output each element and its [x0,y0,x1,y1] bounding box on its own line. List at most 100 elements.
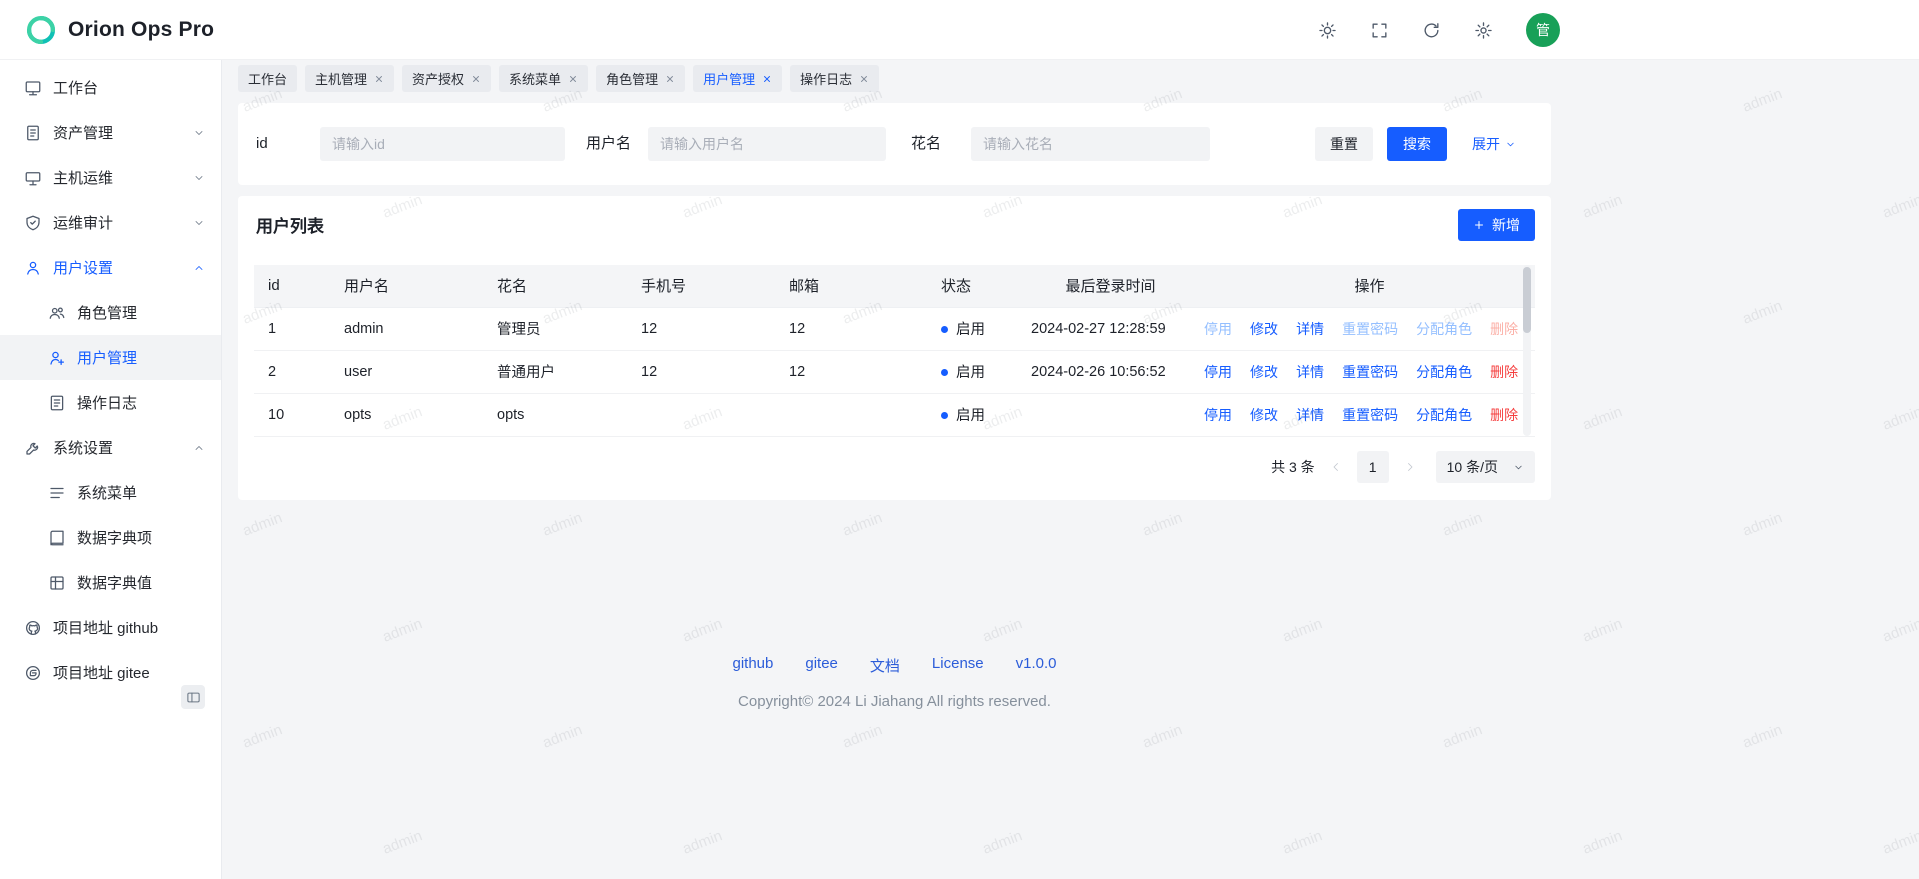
reset-password-link[interactable]: 重置密码 [1342,321,1398,337]
tab-host-management[interactable]: 主机管理 [305,65,394,92]
close-icon[interactable] [568,74,578,84]
nickname-input[interactable] [971,127,1210,161]
add-user-button[interactable]: 新增 [1458,209,1535,241]
pagination: 共 3 条 1 10 条/页 [1271,451,1535,483]
sidebar-item-workbench[interactable]: 工作台 [0,65,221,110]
close-icon[interactable] [762,74,772,84]
cell-phone: 12 [627,307,775,350]
cell-username: opts [330,393,483,436]
sidebar-collapse-button[interactable] [181,685,205,709]
sidebar-item-dict-items[interactable]: 数据字典项 [0,515,221,560]
cell-status: 启用 [927,307,1017,350]
delete-link[interactable]: 删除 [1490,321,1518,337]
user-add-icon [48,349,66,367]
assign-role-link[interactable]: 分配角色 [1416,407,1472,423]
tab-system-menu[interactable]: 系统菜单 [499,65,588,92]
detail-link[interactable]: 详情 [1296,407,1324,423]
scrollbar-thumb[interactable] [1523,267,1531,333]
cell-username: user [330,350,483,393]
sidebar-item-system-settings[interactable]: 系统设置 [0,425,221,470]
cell-phone: 12 [627,350,775,393]
delete-link[interactable]: 删除 [1490,407,1518,423]
edit-link[interactable]: 修改 [1250,364,1278,380]
sidebar-item-user-settings[interactable]: 用户设置 [0,245,221,290]
settings-gear-icon[interactable] [1474,21,1493,40]
tab-role-management[interactable]: 角色管理 [596,65,685,92]
status-text: 启用 [956,365,985,381]
cell-actions: 停用 修改 详情 重置密码 分配角色 删除 [1204,307,1535,350]
col-status: 状态 [927,265,1017,307]
sidebar-item-user-management[interactable]: 用户管理 [0,335,221,380]
main-content: 工作台 主机管理 资产授权 系统菜单 角色管理 用户管理 操作日志 id [222,60,1919,879]
assign-role-link[interactable]: 分配角色 [1416,321,1472,337]
reset-button[interactable]: 重置 [1315,127,1373,161]
footer-link-license[interactable]: License [932,655,984,676]
tab-asset-authorization[interactable]: 资产授权 [402,65,491,92]
status-text: 启用 [956,322,985,338]
sidebar-item-label: 运维审计 [53,212,113,233]
close-icon[interactable] [471,74,481,84]
prev-page-icon[interactable] [1330,461,1342,473]
field-label-id: id [256,127,268,161]
sidebar-item-role-management[interactable]: 角色管理 [0,290,221,335]
sidebar-item-github[interactable]: 项目地址 github [0,605,221,650]
sidebar-item-ops-audit[interactable]: 运维审计 [0,200,221,245]
fullscreen-icon[interactable] [1370,21,1389,40]
search-button[interactable]: 搜索 [1387,127,1447,161]
page-size-value: 10 条/页 [1447,457,1498,477]
book-icon [48,529,66,547]
cell-id: 2 [254,350,330,393]
plus-icon [1473,219,1485,231]
footer-link-github[interactable]: github [733,655,774,676]
refresh-icon[interactable] [1422,21,1441,40]
table-row: 10 opts opts 启用 停用 修改 详情 重置密码 分配角色 删除 [254,393,1535,436]
sidebar-item-host-ops[interactable]: 主机运维 [0,155,221,200]
chevron-down-icon [1513,462,1524,473]
sidebar-item-operation-logs[interactable]: 操作日志 [0,380,221,425]
edit-link[interactable]: 修改 [1250,321,1278,337]
id-input[interactable] [320,127,565,161]
footer-link-docs[interactable]: 文档 [870,655,900,676]
assign-role-link[interactable]: 分配角色 [1416,364,1472,380]
theme-icon[interactable] [1318,21,1337,40]
footer-link-gitee[interactable]: gitee [805,655,838,676]
detail-link[interactable]: 详情 [1296,364,1324,380]
next-page-icon[interactable] [1404,461,1416,473]
close-icon[interactable] [665,74,675,84]
table-row: 2 user 普通用户 12 12 启用 2024-02-26 10:56:52… [254,350,1535,393]
table-scrollbar[interactable] [1523,265,1531,436]
tab-user-management[interactable]: 用户管理 [693,65,782,92]
disable-link[interactable]: 停用 [1204,407,1232,423]
username-input[interactable] [648,127,886,161]
avatar[interactable]: 管 [1526,13,1560,47]
tab-operation-logs[interactable]: 操作日志 [790,65,879,92]
edit-link[interactable]: 修改 [1250,407,1278,423]
close-icon[interactable] [374,74,384,84]
sidebar-item-system-menu[interactable]: 系统菜单 [0,470,221,515]
reset-password-link[interactable]: 重置密码 [1342,364,1398,380]
delete-link[interactable]: 删除 [1490,364,1518,380]
reset-password-link[interactable]: 重置密码 [1342,407,1398,423]
cell-username: admin [330,307,483,350]
current-page[interactable]: 1 [1357,451,1389,483]
sidebar-item-dict-values[interactable]: 数据字典值 [0,560,221,605]
disable-link[interactable]: 停用 [1204,364,1232,380]
tab-workbench[interactable]: 工作台 [238,65,297,92]
disable-link[interactable]: 停用 [1204,321,1232,337]
sidebar-item-label: 角色管理 [77,302,137,323]
expand-toggle[interactable]: 展开 [1472,127,1516,161]
gitee-icon [24,664,42,682]
sidebar-item-assets[interactable]: 资产管理 [0,110,221,155]
close-icon[interactable] [859,74,869,84]
copyright: Copyright© 2024 Li Jiahang All rights re… [238,693,1551,710]
footer-link-version[interactable]: v1.0.0 [1016,655,1057,676]
detail-link[interactable]: 详情 [1296,321,1324,337]
sidebar: 工作台 资产管理 主机运维 运维审计 用户设置 角色管理 用户管理 操作日志 系… [0,60,222,879]
page-size-select[interactable]: 10 条/页 [1436,451,1535,483]
cell-last-login: 2024-02-27 12:28:59 [1017,307,1204,350]
tab-label: 资产授权 [412,69,464,88]
cell-actions: 停用 修改 详情 重置密码 分配角色 删除 [1204,350,1535,393]
sidebar-item-label: 数据字典值 [77,572,152,593]
user-table: id 用户名 花名 手机号 邮箱 状态 最后登录时间 操作 1 admin 管理… [254,265,1535,437]
footer-links: github gitee 文档 License v1.0.0 [238,655,1551,676]
